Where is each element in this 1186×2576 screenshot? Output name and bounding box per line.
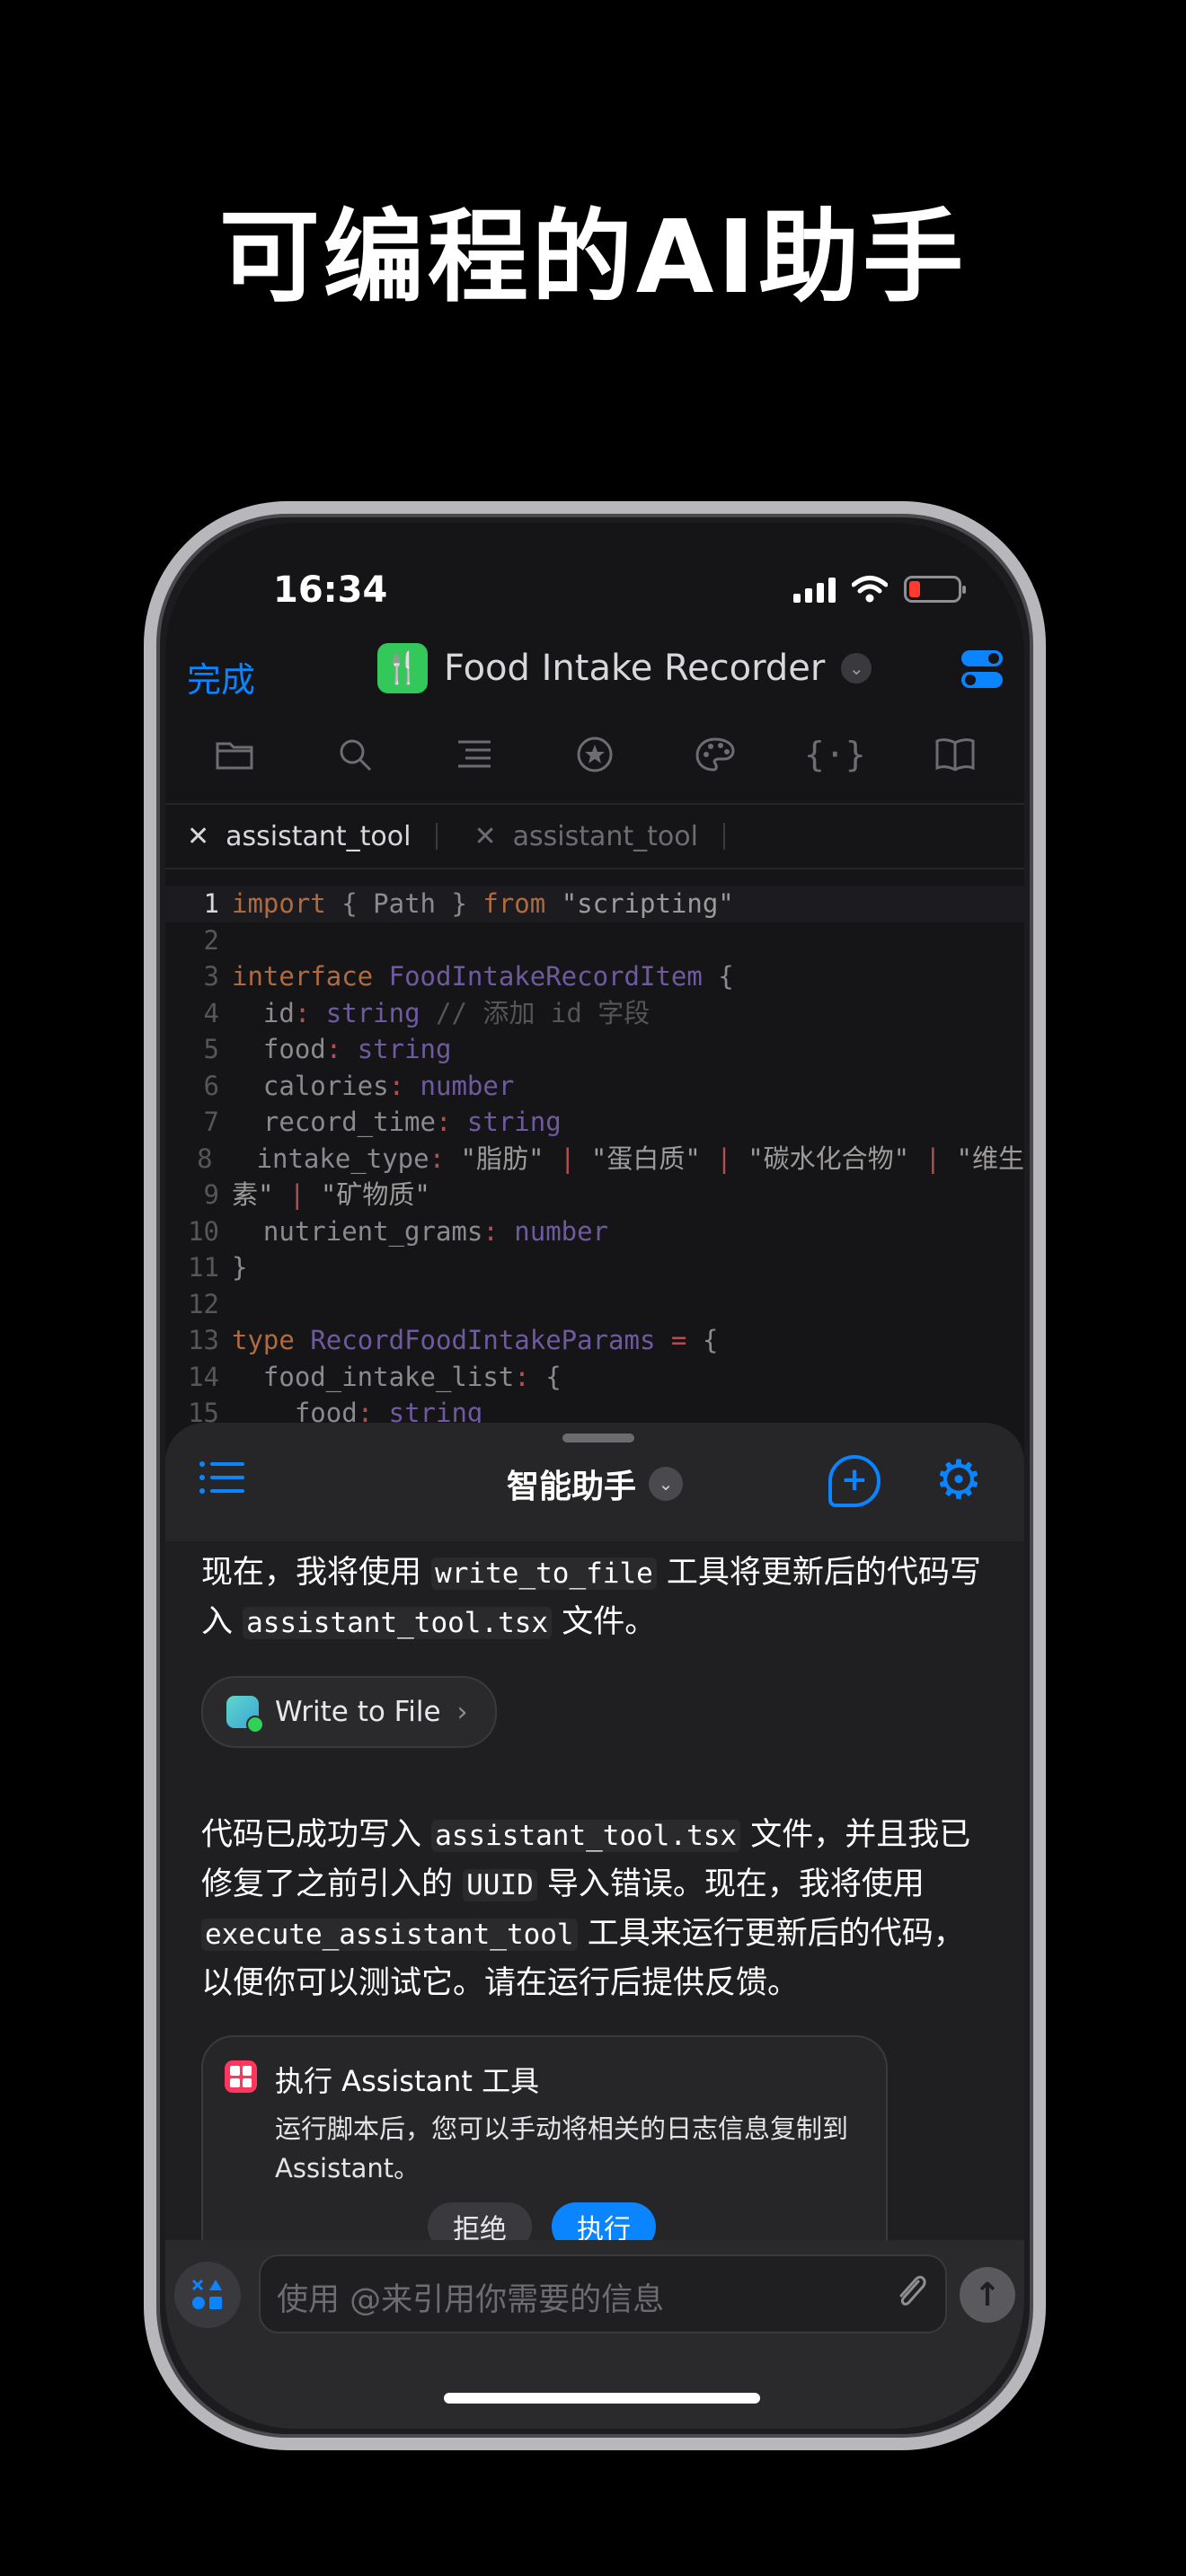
assistant-message: 代码已成功写入 assistant_tool.tsx 文件，并且我已修复了之前引… xyxy=(201,1817,971,2001)
code-line[interactable]: 2 xyxy=(165,922,1024,959)
editor-nav-bar: 完成 🍴 Food Intake Recorder ⌄ xyxy=(165,631,1024,711)
code-line[interactable]: 8 intake_type: "脂肪" | "蛋白质" | "碳水化合物" | … xyxy=(165,1141,1024,1178)
home-indicator xyxy=(444,2393,760,2404)
toggle-settings-icon[interactable] xyxy=(961,650,1003,692)
code-line[interactable]: 13 type RecordFoodIntakeParams = { xyxy=(165,1322,1024,1359)
sheet-grabber[interactable] xyxy=(562,1434,634,1442)
code-line[interactable]: 11} xyxy=(165,1249,1024,1286)
fork-knife-icon: 🍴 xyxy=(377,643,428,693)
book-icon[interactable] xyxy=(928,728,982,781)
input-placeholder: 使用 @来引用你需要的信息 xyxy=(277,2282,665,2318)
message-input[interactable]: 使用 @来引用你需要的信息 xyxy=(259,2254,947,2333)
code-line[interactable]: 4 id: string // 添加 id 字段 xyxy=(165,995,1024,1032)
tab-assistant-tool-active[interactable]: ✕ assistant_tool xyxy=(165,820,438,852)
tab-assistant-tool-inactive[interactable]: ✕ assistant_tool xyxy=(438,820,725,852)
code-editor[interactable]: 1 import { Path } from "scripting" 2 3 int… xyxy=(165,886,1024,1432)
close-icon[interactable]: ✕ xyxy=(187,821,209,852)
execute-tool-card: 执行 Assistant 工具 运行脚本后，您可以手动将相关的日志信息复制到 A… xyxy=(201,2035,888,2274)
phone-frame: 16:34 完成 🍴 Food Intake Recorder ⌄ {·} ✕ … xyxy=(144,501,1046,2450)
send-arrow-icon[interactable]: ↑ xyxy=(960,2267,1015,2323)
paperclip-icon[interactable] xyxy=(893,2271,929,2321)
card-title: 执行 Assistant 工具 xyxy=(275,2064,540,2098)
code-line[interactable]: 9 素" | "矿物质" xyxy=(165,1177,1024,1213)
new-chat-icon[interactable]: + xyxy=(828,1455,881,1507)
chevron-down-icon: ⌄ xyxy=(841,653,872,684)
status-icons xyxy=(793,573,966,605)
code-line[interactable]: 7 record_time: string xyxy=(165,1104,1024,1141)
braces-icon[interactable]: {·} xyxy=(804,728,866,781)
palette-icon[interactable] xyxy=(688,728,742,781)
assistant-message: 现在，我将使用 write_to_file 工具将更新后的代码写入 assist… xyxy=(201,1555,981,1640)
project-title-group[interactable]: 🍴 Food Intake Recorder ⌄ xyxy=(377,643,872,693)
battery-icon xyxy=(904,576,966,603)
tab-label: assistant_tool xyxy=(226,820,412,852)
outline-icon[interactable] xyxy=(447,728,501,781)
assistant-title-group[interactable]: 智能助手 ⌄ xyxy=(165,1460,1024,1507)
chevron-right-icon: › xyxy=(456,1696,468,1728)
code-line[interactable]: 12 xyxy=(165,1286,1024,1323)
close-icon[interactable]: ✕ xyxy=(474,821,496,852)
tab-label: assistant_tool xyxy=(512,820,698,852)
code-line[interactable]: 1 import { Path } from "scripting" xyxy=(165,886,1024,922)
folder-icon[interactable] xyxy=(208,728,261,781)
write-file-icon xyxy=(226,1696,264,1734)
code-line[interactable]: 10 nutrient_grams: number xyxy=(165,1213,1024,1250)
file-tabs: ✕ assistant_tool ✕ assistant_tool xyxy=(165,803,1024,869)
headline: 可编程的AI助手 xyxy=(218,199,968,316)
done-button[interactable]: 完成 xyxy=(187,652,255,701)
gear-icon[interactable]: ⚙ xyxy=(931,1453,987,1509)
tool-grid-icon xyxy=(225,2060,257,2093)
chevron-down-icon: ⌄ xyxy=(649,1467,683,1501)
write-to-file-chip[interactable]: Write to File › xyxy=(201,1676,497,1748)
status-time: 16:34 xyxy=(273,569,388,611)
cellular-signal-icon xyxy=(793,576,836,603)
editor-toolbar: {·} xyxy=(165,722,1024,787)
assistant-sheet: 智能助手 ⌄ + ⚙ 现在，我将使用 write_to_file 工具将更新后的… xyxy=(165,1423,1024,2429)
assistant-title: 智能助手 xyxy=(506,1469,636,1505)
shapes-icon[interactable] xyxy=(174,2262,241,2328)
star-icon[interactable] xyxy=(568,728,622,781)
card-description: 运行脚本后，您可以手动将相关的日志信息复制到 Assistant。 xyxy=(275,2113,849,2183)
code-line[interactable]: 6 calories: number xyxy=(165,1068,1024,1105)
code-line[interactable]: 14 food_intake_list: { xyxy=(165,1359,1024,1396)
wifi-icon xyxy=(852,576,888,603)
code-line[interactable]: 3 interface FoodIntakeRecordItem { xyxy=(165,958,1024,995)
search-icon[interactable] xyxy=(328,728,382,781)
project-title: Food Intake Recorder xyxy=(444,648,826,689)
code-line[interactable]: 5 food: string xyxy=(165,1031,1024,1068)
phone-screen: 16:34 完成 🍴 Food Intake Recorder ⌄ {·} ✕ … xyxy=(165,523,1024,2429)
